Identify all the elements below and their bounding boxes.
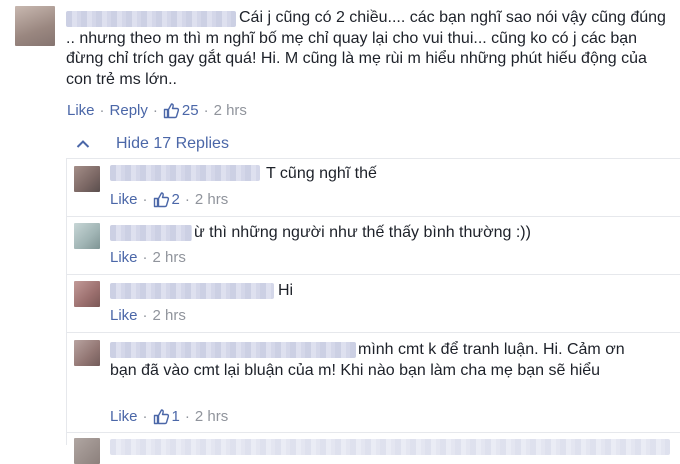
divider [66,158,680,159]
reply-text: ừ thì những người như thế thấy bình thườ… [194,224,531,241]
chevron-up-icon [76,140,90,148]
reply-text: Hi [278,282,294,299]
reply-avatar[interactable] [74,166,100,192]
thumbs-up-icon[interactable] [163,102,180,119]
reply-actions: Like · 2 · 2 hrs [110,191,229,208]
comment-actions: Like · Reply · 25 · 2 hrs [67,102,247,119]
reply-actions: Like · 2 hrs [110,249,186,266]
hide-replies-label: Hide 17 Replies [116,135,229,152]
like-count[interactable]: 1 [172,408,180,425]
like-count[interactable]: 25 [182,102,199,119]
reply-text: mình cmt k để tranh luận. Hi. Cảm ơn bạn… [110,341,625,379]
replies-thread-line [66,158,67,445]
commenter-avatar[interactable] [15,6,55,46]
like-count[interactable]: 2 [172,191,180,208]
thumbs-up-icon[interactable] [153,408,170,425]
like-button[interactable]: Like [110,408,138,425]
reply-avatar[interactable] [74,340,100,366]
thumbs-up-icon[interactable] [153,191,170,208]
timestamp[interactable]: 2 hrs [153,307,186,324]
divider [66,332,680,333]
like-button[interactable]: Like [110,191,138,208]
like-button[interactable]: Like [67,102,95,119]
timestamp[interactable]: 2 hrs [214,102,247,119]
reply-actions: Like · 1 · 2 hrs [110,408,229,425]
reply-avatar[interactable] [74,223,100,249]
divider [66,216,680,217]
reply-name-redacted[interactable] [110,283,274,299]
divider [66,274,680,275]
reply-actions: Like · 2 hrs [110,307,186,324]
timestamp[interactable]: 2 hrs [153,249,186,266]
timestamp[interactable]: 2 hrs [195,408,228,425]
reply-avatar[interactable] [74,281,100,307]
reply-name-redacted[interactable] [110,439,670,455]
reply-name-redacted[interactable] [110,225,192,241]
reply-text: T cũng nghĩ thế [266,165,377,182]
comment-text: Cái j cũng có 2 chiều.... các bạn nghĩ s… [66,9,666,88]
like-button[interactable]: Like [110,249,138,266]
reply-name-redacted[interactable] [110,165,260,181]
divider [66,432,680,433]
timestamp[interactable]: 2 hrs [195,191,228,208]
like-button[interactable]: Like [110,307,138,324]
reply-button[interactable]: Reply [110,102,148,119]
hide-replies-toggle[interactable]: Hide 17 Replies [76,135,229,153]
reply-avatar[interactable] [74,438,100,464]
